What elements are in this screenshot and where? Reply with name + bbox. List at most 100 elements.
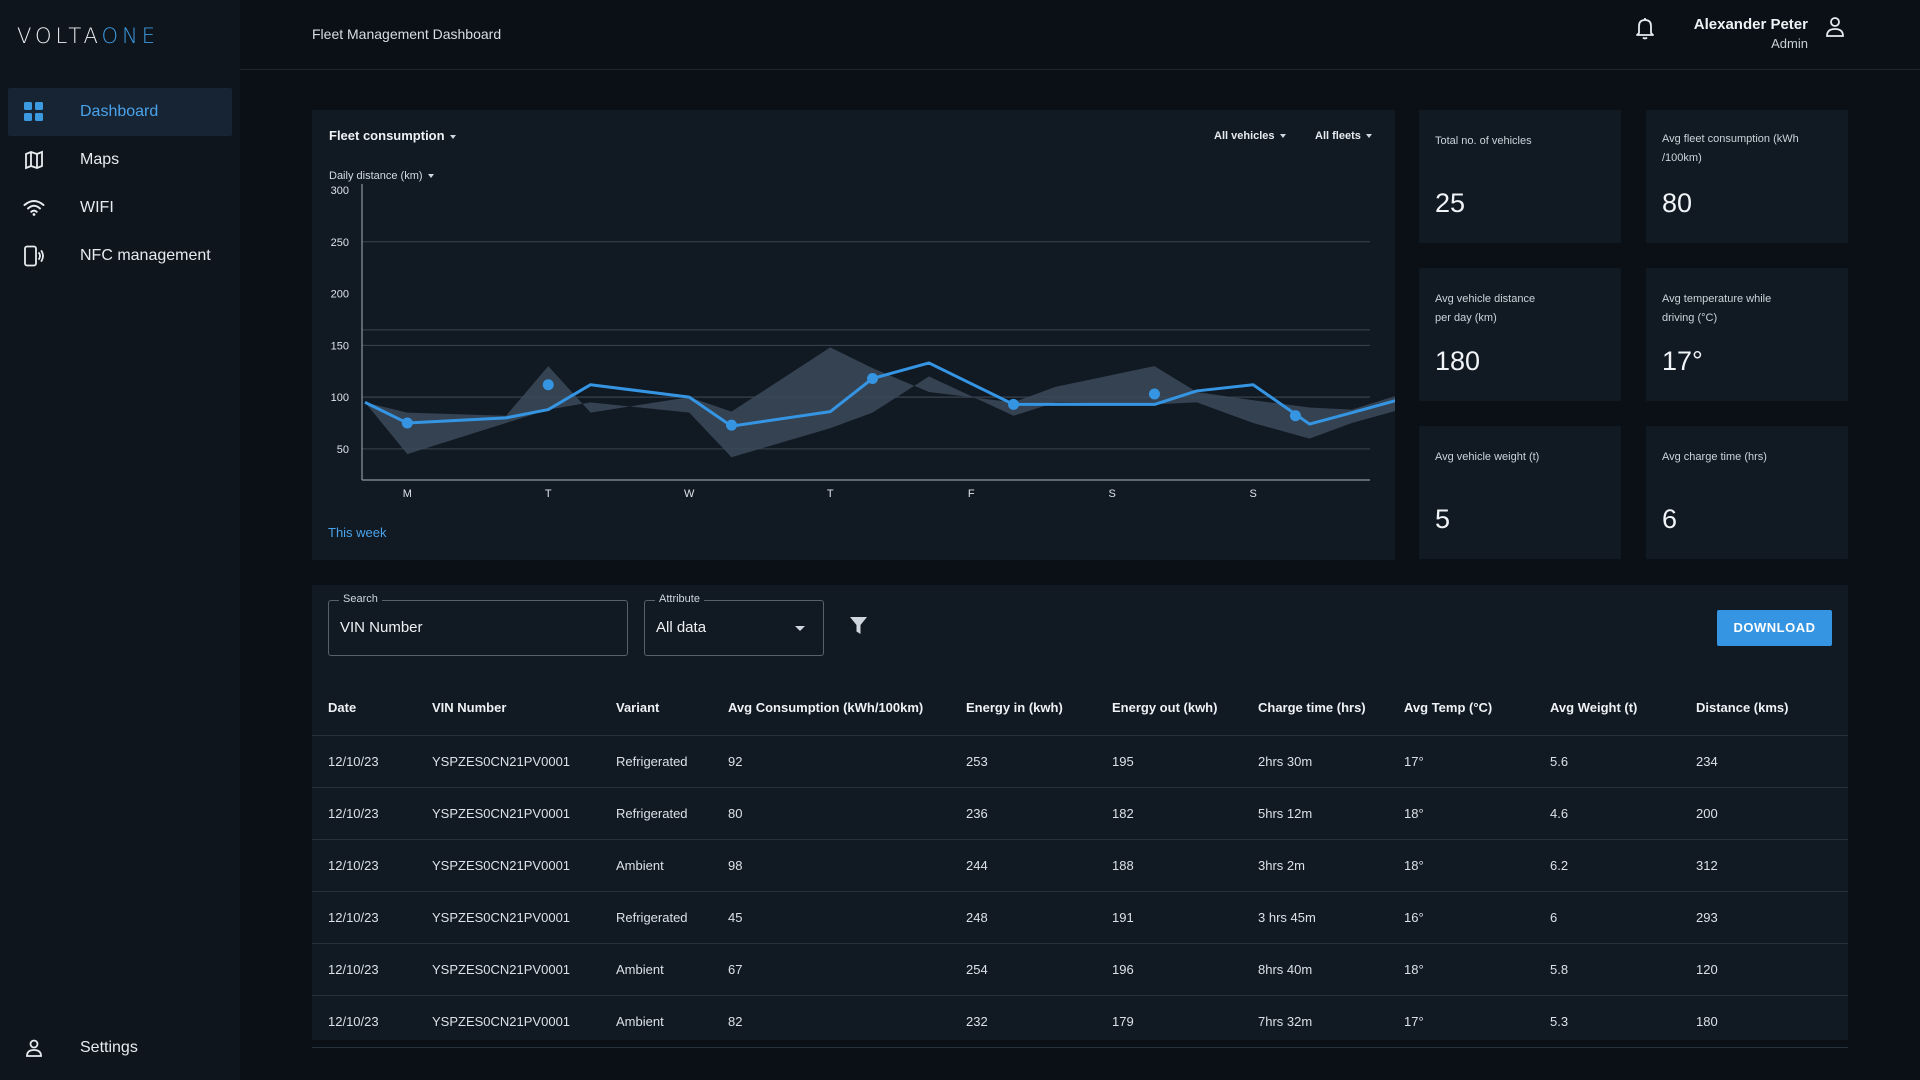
bell-icon[interactable] — [1635, 16, 1655, 45]
cell-variant: Refrigerated — [616, 734, 728, 787]
stat-card-avg-temperature: Avg temperature while driving (°C) 17° — [1646, 268, 1848, 401]
cell-charge-time: 2hrs 30m — [1258, 734, 1404, 787]
stat-card-total-vehicles: Total no. of vehicles 25 — [1419, 110, 1621, 243]
y-tick-label: 300 — [331, 185, 349, 197]
cell-energy-out: 196 — [1112, 942, 1258, 995]
sidebar-item-maps[interactable]: Maps — [8, 136, 232, 184]
download-button[interactable]: DOWNLOAD — [1717, 610, 1832, 646]
x-tick-label: T — [827, 488, 834, 500]
cell-distance: 234 — [1696, 734, 1848, 787]
sidebar-item-nfc[interactable]: NFC management — [8, 232, 232, 280]
y-tick-label: 250 — [331, 237, 349, 249]
data-point — [867, 373, 879, 384]
column-header-energy-in[interactable]: Energy in (kwh) — [966, 680, 1112, 735]
column-header-avg-weight[interactable]: Avg Weight (t) — [1550, 680, 1696, 735]
user-icon — [8, 1039, 56, 1057]
cell-avg-consumption: 80 — [728, 786, 966, 839]
column-header-date[interactable]: Date — [312, 680, 432, 735]
table-row[interactable]: 12/10/23 YSPZES0CN21PV0001 Ambient 82 232 179… — [312, 994, 1848, 1048]
user-avatar-icon[interactable] — [1825, 16, 1845, 43]
cell-avg-temp: 18° — [1404, 838, 1550, 891]
cell-avg-consumption: 67 — [728, 942, 966, 995]
y-tick-label: 200 — [331, 289, 349, 301]
data-point — [726, 419, 738, 431]
cell-avg-temp: 16° — [1404, 890, 1550, 943]
stat-value: 25 — [1435, 188, 1466, 218]
nfc-icon — [8, 245, 56, 267]
cell-avg-weight: 5.8 — [1550, 942, 1696, 995]
column-header-charge-time[interactable]: Charge time (hrs) — [1258, 680, 1404, 735]
column-header-vin[interactable]: VIN Number — [432, 680, 616, 735]
cell-energy-in: 253 — [966, 734, 1112, 787]
sidebar-item-label: WIFI — [80, 199, 114, 216]
cell-energy-in: 254 — [966, 942, 1112, 995]
cell-avg-consumption: 82 — [728, 994, 966, 1048]
stat-value: 5 — [1435, 504, 1451, 534]
table-row[interactable]: 12/10/23 YSPZES0CN21PV0001 Ambient 98 244 188… — [312, 838, 1848, 891]
cell-vin: YSPZES0CN21PV0001 — [432, 994, 616, 1048]
x-tick-label: S — [1109, 488, 1116, 500]
table-header-row: Date VIN Number Variant Avg Consumption … — [312, 680, 1848, 735]
x-tick-label: W — [684, 488, 695, 500]
cell-energy-out: 195 — [1112, 734, 1258, 787]
stat-value: 17° — [1662, 346, 1703, 376]
search-input[interactable]: Search VIN Number — [328, 593, 628, 656]
cell-distance: 312 — [1696, 838, 1848, 891]
cell-avg-consumption: 92 — [728, 734, 966, 787]
sidebar-item-label: Dashboard — [80, 103, 159, 120]
cell-vin: YSPZES0CN21PV0001 — [432, 734, 616, 787]
x-tick-label: M — [403, 488, 412, 500]
cell-vin: YSPZES0CN21PV0001 — [432, 890, 616, 943]
stat-label: Total no. of vehicles — [1435, 135, 1532, 147]
sidebar: VOLTAONE Dashboard Maps WIFI NFC managem… — [0, 0, 240, 1080]
sidebar-item-dashboard[interactable]: Dashboard — [8, 88, 232, 136]
map-icon — [8, 150, 56, 170]
cell-avg-temp: 18° — [1404, 786, 1550, 839]
user-role: Admin — [1771, 36, 1808, 51]
column-header-avg-temp[interactable]: Avg Temp (°C) — [1404, 680, 1550, 735]
stat-label: Avg fleet consumption (kWh /100km) — [1662, 133, 1799, 164]
y-tick-label: 100 — [331, 392, 349, 404]
table-row[interactable]: 12/10/23 YSPZES0CN21PV0001 Refrigerated 45 2… — [312, 890, 1848, 943]
cell-avg-temp: 17° — [1404, 994, 1550, 1048]
sidebar-item-settings[interactable]: Settings — [8, 1024, 232, 1072]
search-input-value: VIN Number — [340, 619, 423, 636]
caret-down-icon — [795, 626, 805, 631]
cell-avg-weight: 5.6 — [1550, 734, 1696, 787]
filter-icon[interactable] — [850, 617, 867, 640]
stat-label: Avg vehicle weight (t) — [1435, 451, 1540, 463]
column-header-distance[interactable]: Distance (kms) — [1696, 680, 1848, 735]
this-week-link[interactable]: This week — [328, 525, 387, 540]
user-name: Alexander Peter — [1693, 16, 1808, 33]
stat-value: 80 — [1662, 188, 1693, 218]
cell-charge-time: 3hrs 2m — [1258, 838, 1404, 891]
table-row[interactable]: 12/10/23 YSPZES0CN21PV0001 Ambient 67 254 196… — [312, 942, 1848, 995]
cell-avg-temp: 17° — [1404, 734, 1550, 787]
cell-vin: YSPZES0CN21PV0001 — [432, 942, 616, 995]
data-point — [401, 417, 413, 429]
brand-logo[interactable]: VOLTAONE — [17, 24, 159, 48]
search-input-label: Search — [339, 593, 382, 605]
attribute-select[interactable]: Attribute All data — [644, 593, 824, 656]
cell-variant: Ambient — [616, 942, 728, 995]
cell-avg-temp: 18° — [1404, 942, 1550, 995]
column-header-energy-out[interactable]: Energy out (kwh) — [1112, 680, 1258, 735]
stat-value: 6 — [1662, 504, 1678, 534]
vehicle-data-table-panel: Search VIN Number Attribute All data DOW… — [312, 585, 1848, 1048]
table-row[interactable]: 12/10/23 YSPZES0CN21PV0001 Refrigerated 80 2… — [312, 786, 1848, 839]
wifi-icon — [8, 199, 56, 217]
attribute-select-label: Attribute — [655, 593, 704, 605]
x-tick-label: T — [545, 488, 552, 500]
table-row[interactable]: 12/10/23 YSPZES0CN21PV0001 Refrigerated 92 2… — [312, 734, 1848, 787]
column-header-avg-consumption[interactable]: Avg Consumption (kWh/100km) — [728, 680, 966, 735]
cell-energy-in: 244 — [966, 838, 1112, 891]
data-point — [1008, 398, 1020, 410]
stat-card-avg-weight: Avg vehicle weight (t) 5 — [1419, 426, 1621, 559]
cell-energy-out: 188 — [1112, 838, 1258, 891]
data-point — [1148, 388, 1160, 400]
sidebar-item-wifi[interactable]: WIFI — [8, 184, 232, 232]
cell-variant: Refrigerated — [616, 786, 728, 839]
stat-label: Avg temperature while driving (°C) — [1662, 293, 1772, 324]
cell-date: 12/10/23 — [312, 786, 432, 839]
column-header-variant[interactable]: Variant — [616, 680, 728, 735]
